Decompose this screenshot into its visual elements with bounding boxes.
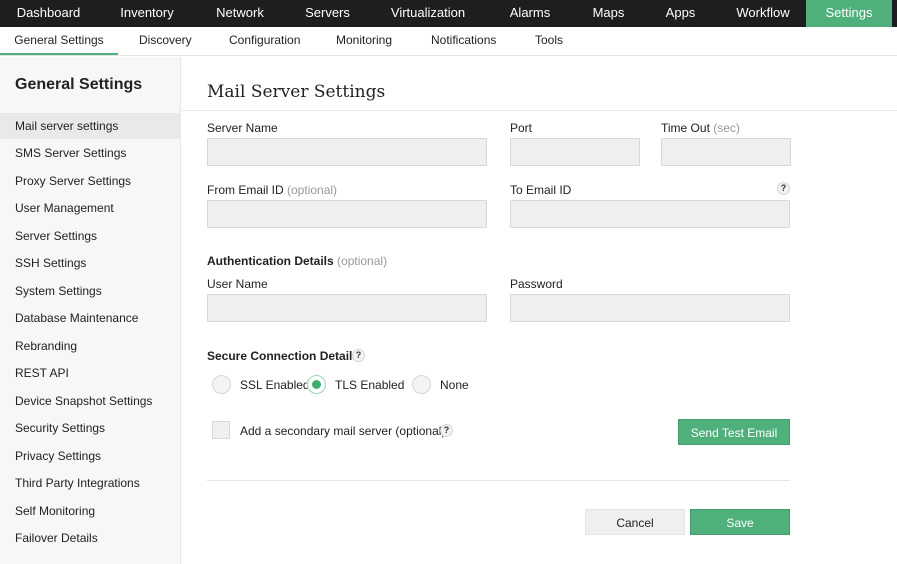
top-nav: Dashboard Inventory Network Servers Virt… <box>0 0 897 27</box>
sidebar-item-ssh-settings[interactable]: SSH Settings <box>0 250 181 276</box>
tab-monitoring[interactable]: Monitoring <box>336 27 392 55</box>
sidebar-item-mail-server-settings[interactable]: Mail server settings <box>0 113 181 139</box>
none-label[interactable]: None <box>440 378 469 392</box>
to-email-help-icon[interactable]: ? <box>777 182 790 195</box>
sidebar-item-self-monitoring[interactable]: Self Monitoring <box>0 498 181 524</box>
timeout-label: Time Out (sec) <box>661 121 740 135</box>
tab-configuration[interactable]: Configuration <box>229 27 300 55</box>
user-name-label: User Name <box>207 277 268 291</box>
secure-connection-label: Secure Connection Details <box>207 349 360 363</box>
sidebar-item-database-maintenance[interactable]: Database Maintenance <box>0 305 181 331</box>
sub-nav: General Settings Discovery Configuration… <box>0 27 897 56</box>
top-nav-alarms[interactable]: Alarms <box>484 0 576 27</box>
tab-general-settings[interactable]: General Settings <box>0 27 118 55</box>
user-name-input[interactable] <box>207 294 487 322</box>
timeout-unit-hint: (sec) <box>713 121 740 135</box>
cancel-button[interactable]: Cancel <box>585 509 685 535</box>
secondary-mail-server-label[interactable]: Add a secondary mail server (optional) <box>240 424 445 438</box>
server-name-input[interactable] <box>207 138 487 166</box>
timeout-label-text: Time Out <box>661 121 710 135</box>
mail-server-settings-panel: Mail Server Settings Server Name Port Ti… <box>182 57 897 564</box>
top-nav-network[interactable]: Network <box>197 0 283 27</box>
top-nav-workflow[interactable]: Workflow <box>720 0 806 27</box>
sidebar-item-rest-api[interactable]: REST API <box>0 360 181 386</box>
sidebar-item-user-management[interactable]: User Management <box>0 195 181 221</box>
sidebar: General Settings Mail server settings SM… <box>0 57 181 564</box>
sidebar-item-failover-details[interactable]: Failover Details <box>0 525 181 551</box>
none-radio[interactable] <box>412 375 431 394</box>
sidebar-item-system-settings[interactable]: System Settings <box>0 278 181 304</box>
ssl-enabled-label[interactable]: SSL Enabled <box>240 378 310 392</box>
sidebar-item-rebranding[interactable]: Rebranding <box>0 333 181 359</box>
sidebar-item-third-party-integrations[interactable]: Third Party Integrations <box>0 470 181 496</box>
sidebar-item-sms-server-settings[interactable]: SMS Server Settings <box>0 140 181 166</box>
top-nav-dashboard[interactable]: Dashboard <box>0 0 97 27</box>
send-test-email-button[interactable]: Send Test Email <box>678 419 790 445</box>
to-email-label: To Email ID <box>510 183 572 197</box>
port-label: Port <box>510 121 533 135</box>
secondary-mail-server-help-icon[interactable]: ? <box>440 424 453 437</box>
port-input[interactable] <box>510 138 640 166</box>
page-title: Mail Server Settings <box>207 82 386 102</box>
authentication-details-label: Authentication Details <box>207 254 334 268</box>
password-label: Password <box>510 277 563 291</box>
sidebar-title: General Settings <box>15 76 143 93</box>
top-nav-apps[interactable]: Apps <box>641 0 720 27</box>
from-email-optional-hint: (optional) <box>287 183 338 197</box>
timeout-input[interactable] <box>661 138 791 166</box>
from-email-input[interactable] <box>207 200 487 228</box>
secondary-mail-server-checkbox[interactable] <box>212 421 230 439</box>
sidebar-item-server-settings[interactable]: Server Settings <box>0 223 181 249</box>
sidebar-item-privacy-settings[interactable]: Privacy Settings <box>0 443 181 469</box>
title-divider <box>182 110 897 111</box>
authentication-optional-hint: (optional) <box>337 254 388 268</box>
secure-connection-help-icon[interactable]: ? <box>352 349 365 362</box>
sidebar-item-device-snapshot-settings[interactable]: Device Snapshot Settings <box>0 388 181 414</box>
tab-notifications[interactable]: Notifications <box>431 27 496 55</box>
top-nav-maps[interactable]: Maps <box>576 0 641 27</box>
sidebar-item-proxy-server-settings[interactable]: Proxy Server Settings <box>0 168 181 194</box>
ssl-enabled-radio[interactable] <box>212 375 231 394</box>
tab-discovery[interactable]: Discovery <box>139 27 192 55</box>
tab-tools[interactable]: Tools <box>535 27 563 55</box>
tls-enabled-radio[interactable] <box>307 375 326 394</box>
top-nav-settings[interactable]: Settings <box>806 0 892 27</box>
sidebar-item-security-settings[interactable]: Security Settings <box>0 415 181 441</box>
password-input[interactable] <box>510 294 790 322</box>
to-email-input[interactable] <box>510 200 790 228</box>
top-nav-inventory[interactable]: Inventory <box>97 0 197 27</box>
top-nav-virtualization[interactable]: Virtualization <box>372 0 484 27</box>
authentication-details-heading: Authentication Details (optional) <box>207 254 387 268</box>
from-email-label-text: From Email ID <box>207 183 284 197</box>
top-nav-servers[interactable]: Servers <box>283 0 372 27</box>
save-button[interactable]: Save <box>690 509 790 535</box>
server-name-label: Server Name <box>207 121 278 135</box>
footer-divider <box>207 480 790 481</box>
from-email-label: From Email ID (optional) <box>207 183 337 197</box>
tls-enabled-label[interactable]: TLS Enabled <box>335 378 404 392</box>
